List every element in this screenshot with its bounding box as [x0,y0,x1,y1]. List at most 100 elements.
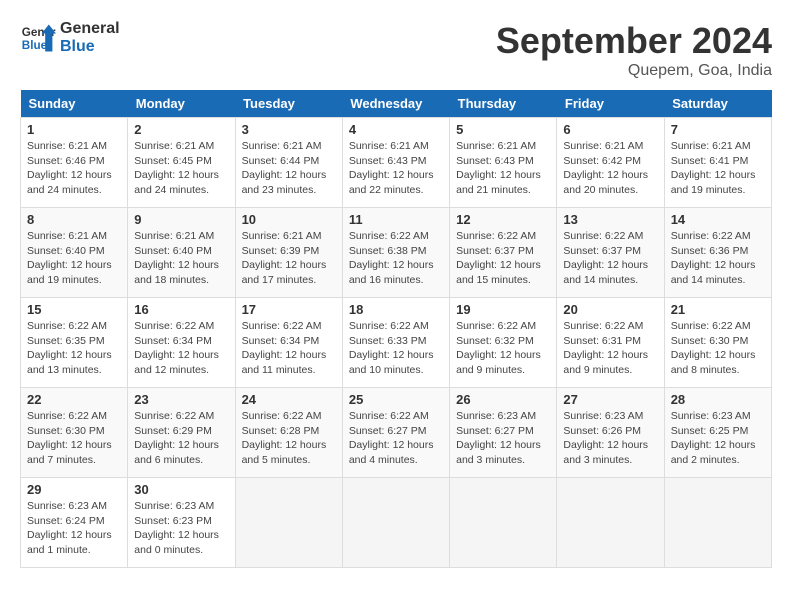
table-row: 18 Sunrise: 6:22 AMSunset: 6:33 PMDayligh… [342,298,449,388]
day-number: 29 [27,482,121,497]
table-row: 28Sunrise: 6:23 AMSunset: 6:25 PMDayligh… [664,388,771,478]
day-number: 24 [242,392,336,407]
table-row: 16 Sunrise: 6:22 AMSunset: 6:34 PMDayligh… [128,298,235,388]
day-info: Sunrise: 6:22 AMSunset: 6:32 PMDaylight:… [456,319,550,378]
day-info: Sunrise: 6:23 AMSunset: 6:26 PMDaylight:… [563,409,657,468]
day-number: 26 [456,392,550,407]
table-row: 8 Sunrise: 6:21 AMSunset: 6:40 PMDaylight… [21,208,128,298]
day-number: 18 [349,302,443,317]
day-number: 3 [242,122,336,137]
day-number: 22 [27,392,121,407]
day-info: Sunrise: 6:23 AMSunset: 6:24 PMDaylight:… [27,499,121,558]
day-info: Sunrise: 6:21 AMSunset: 6:41 PMDaylight:… [671,139,765,198]
day-info: Sunrise: 6:21 AMSunset: 6:40 PMDaylight:… [27,229,121,288]
table-row: 12Sunrise: 6:22 AMSunset: 6:37 PMDayligh… [450,208,557,298]
day-info: Sunrise: 6:22 AMSunset: 6:34 PMDaylight:… [242,319,336,378]
table-row: 25 Sunrise: 6:22 AMSunset: 6:27 PMDayligh… [342,388,449,478]
logo-general: General [60,20,120,38]
table-row: 6 Sunrise: 6:21 AMSunset: 6:42 PMDaylight… [557,118,664,208]
col-wednesday: Wednesday [342,90,449,118]
day-info: Sunrise: 6:22 AMSunset: 6:35 PMDaylight:… [27,319,121,378]
svg-text:Blue: Blue [22,39,48,52]
table-row: 29 Sunrise: 6:23 AMSunset: 6:24 PMDayligh… [21,478,128,568]
day-number: 8 [27,212,121,227]
day-number: 20 [563,302,657,317]
calendar-week-row: 22 Sunrise: 6:22 AMSunset: 6:30 PMDayligh… [21,388,772,478]
table-row [235,478,342,568]
table-row [342,478,449,568]
day-number: 25 [349,392,443,407]
day-number: 1 [27,122,121,137]
calendar-week-row: 8 Sunrise: 6:21 AMSunset: 6:40 PMDaylight… [21,208,772,298]
month-title: September 2024 [496,20,772,62]
table-row: 9 Sunrise: 6:21 AMSunset: 6:40 PMDaylight… [128,208,235,298]
day-info: Sunrise: 6:22 AMSunset: 6:30 PMDaylight:… [671,319,765,378]
day-number: 4 [349,122,443,137]
day-number: 15 [27,302,121,317]
table-row [664,478,771,568]
day-info: Sunrise: 6:21 AMSunset: 6:44 PMDaylight:… [242,139,336,198]
table-row: 7 Sunrise: 6:21 AMSunset: 6:41 PMDaylight… [664,118,771,208]
day-info: Sunrise: 6:23 AMSunset: 6:27 PMDaylight:… [456,409,550,468]
day-number: 19 [456,302,550,317]
day-number: 5 [456,122,550,137]
day-info: Sunrise: 6:21 AMSunset: 6:39 PMDaylight:… [242,229,336,288]
day-number: 23 [134,392,228,407]
day-info: Sunrise: 6:22 AMSunset: 6:38 PMDaylight:… [349,229,443,288]
col-saturday: Saturday [664,90,771,118]
day-number: 2 [134,122,228,137]
calendar-week-row: 15 Sunrise: 6:22 AMSunset: 6:35 PMDayligh… [21,298,772,388]
day-info: Sunrise: 6:22 AMSunset: 6:31 PMDaylight:… [563,319,657,378]
day-number: 27 [563,392,657,407]
table-row: 26 Sunrise: 6:23 AMSunset: 6:27 PMDayligh… [450,388,557,478]
table-row: 10Sunrise: 6:21 AMSunset: 6:39 PMDayligh… [235,208,342,298]
col-friday: Friday [557,90,664,118]
day-info: Sunrise: 6:22 AMSunset: 6:33 PMDaylight:… [349,319,443,378]
table-row: 5 Sunrise: 6:21 AMSunset: 6:43 PMDaylight… [450,118,557,208]
day-number: 14 [671,212,765,227]
day-number: 9 [134,212,228,227]
day-info: Sunrise: 6:21 AMSunset: 6:43 PMDaylight:… [349,139,443,198]
table-row: 30 Sunrise: 6:23 AMSunset: 6:23 PMDayligh… [128,478,235,568]
calendar-table: Sunday Monday Tuesday Wednesday Thursday… [20,90,772,568]
calendar-week-row: 29 Sunrise: 6:23 AMSunset: 6:24 PMDayligh… [21,478,772,568]
day-number: 21 [671,302,765,317]
day-info: Sunrise: 6:22 AMSunset: 6:27 PMDaylight:… [349,409,443,468]
table-row: 17Sunrise: 6:22 AMSunset: 6:34 PMDayligh… [235,298,342,388]
calendar-header-row: Sunday Monday Tuesday Wednesday Thursday… [21,90,772,118]
page-header: General Blue General Blue September 2024… [20,20,772,80]
day-info: Sunrise: 6:23 AMSunset: 6:23 PMDaylight:… [134,499,228,558]
table-row: 24Sunrise: 6:22 AMSunset: 6:28 PMDayligh… [235,388,342,478]
table-row: 27 Sunrise: 6:23 AMSunset: 6:26 PMDayligh… [557,388,664,478]
table-row: 15 Sunrise: 6:22 AMSunset: 6:35 PMDayligh… [21,298,128,388]
location-title: Quepem, Goa, India [496,62,772,80]
table-row [450,478,557,568]
table-row: 23Sunrise: 6:22 AMSunset: 6:29 PMDayligh… [128,388,235,478]
table-row: 11 Sunrise: 6:22 AMSunset: 6:38 PMDayligh… [342,208,449,298]
day-info: Sunrise: 6:21 AMSunset: 6:45 PMDaylight:… [134,139,228,198]
day-number: 7 [671,122,765,137]
calendar-week-row: 1 Sunrise: 6:21 AMSunset: 6:46 PMDaylight… [21,118,772,208]
logo-icon: General Blue [20,20,56,56]
day-info: Sunrise: 6:22 AMSunset: 6:36 PMDaylight:… [671,229,765,288]
table-row: 4 Sunrise: 6:21 AMSunset: 6:43 PMDaylight… [342,118,449,208]
day-number: 11 [349,212,443,227]
day-info: Sunrise: 6:21 AMSunset: 6:43 PMDaylight:… [456,139,550,198]
table-row: 20 Sunrise: 6:22 AMSunset: 6:31 PMDayligh… [557,298,664,388]
day-info: Sunrise: 6:22 AMSunset: 6:37 PMDaylight:… [456,229,550,288]
day-info: Sunrise: 6:21 AMSunset: 6:42 PMDaylight:… [563,139,657,198]
table-row: 2 Sunrise: 6:21 AMSunset: 6:45 PMDaylight… [128,118,235,208]
day-number: 30 [134,482,228,497]
day-info: Sunrise: 6:21 AMSunset: 6:46 PMDaylight:… [27,139,121,198]
table-row: 14 Sunrise: 6:22 AMSunset: 6:36 PMDayligh… [664,208,771,298]
table-row: 1 Sunrise: 6:21 AMSunset: 6:46 PMDaylight… [21,118,128,208]
table-row: 22 Sunrise: 6:22 AMSunset: 6:30 PMDayligh… [21,388,128,478]
day-number: 6 [563,122,657,137]
day-info: Sunrise: 6:22 AMSunset: 6:37 PMDaylight:… [563,229,657,288]
day-info: Sunrise: 6:21 AMSunset: 6:40 PMDaylight:… [134,229,228,288]
day-number: 13 [563,212,657,227]
day-info: Sunrise: 6:22 AMSunset: 6:30 PMDaylight:… [27,409,121,468]
day-info: Sunrise: 6:23 AMSunset: 6:25 PMDaylight:… [671,409,765,468]
day-info: Sunrise: 6:22 AMSunset: 6:34 PMDaylight:… [134,319,228,378]
day-number: 16 [134,302,228,317]
